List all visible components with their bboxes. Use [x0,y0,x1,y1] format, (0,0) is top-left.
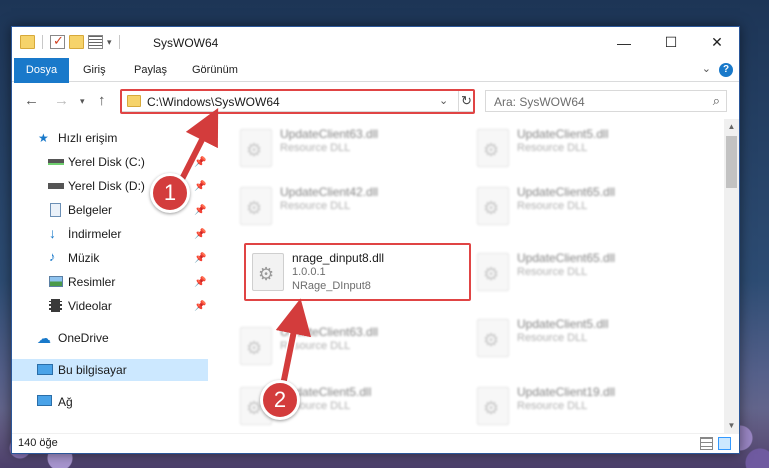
step-badge-2: 2 [260,380,300,420]
annotation-arrows [175,107,312,390]
arrow-1 [177,107,219,185]
step-badge-1: 1 [150,173,190,213]
arrow-2 [275,298,312,386]
